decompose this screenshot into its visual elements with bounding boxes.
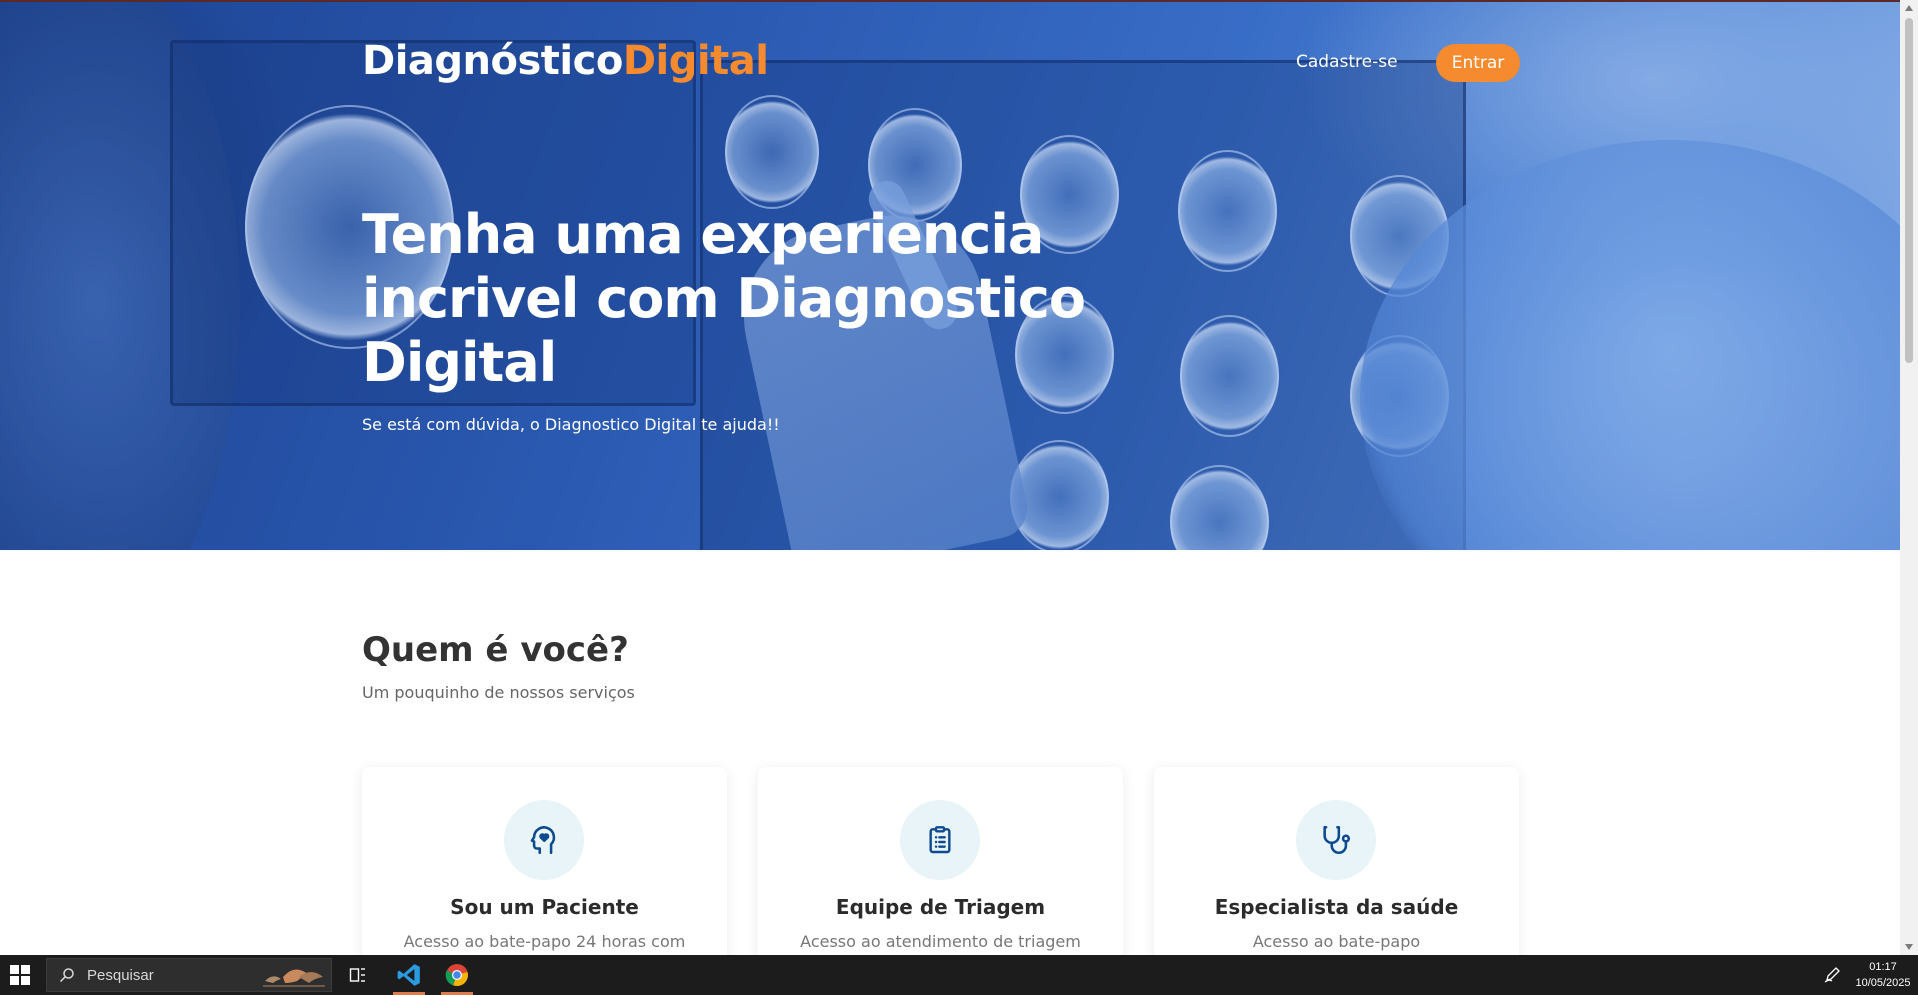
card-icon-circle [900, 800, 980, 880]
logo-text-main: Diagnóstico [362, 38, 623, 84]
clipboard-icon [929, 826, 951, 854]
card-title: Especialista da saúde [1214, 895, 1459, 919]
section-title: Quem é você? [362, 630, 629, 670]
scroll-thumb[interactable] [1905, 18, 1913, 363]
card-triage[interactable]: Equipe de Triagem Acesso ao atendimento … [758, 767, 1123, 955]
page-scrollbar[interactable] [1900, 0, 1918, 955]
site-logo[interactable]: DiagnósticoDigital [362, 38, 769, 84]
card-specialist[interactable]: Especialista da saúde Acesso ao bate-pap… [1154, 767, 1519, 955]
taskbar: Pesquisar 01:17 10/05/2025 [0, 955, 1918, 995]
stethoscope-icon [1323, 825, 1351, 854]
task-view-icon[interactable] [336, 955, 380, 995]
login-button[interactable]: Entrar [1436, 44, 1520, 82]
card-icon-circle [1296, 800, 1376, 880]
clock-date: 10/05/2025 [1855, 977, 1911, 989]
pen-tray-icon[interactable] [1824, 965, 1842, 983]
search-icon [59, 968, 74, 983]
card-icon-circle [504, 800, 584, 880]
head-heart-icon [530, 826, 556, 855]
hero-top-border [0, 0, 1900, 2]
card-patient[interactable]: Sou um Paciente Acesso ao bate-papo 24 h… [362, 767, 727, 955]
taskbar-search-placeholder: Pesquisar [87, 967, 154, 984]
section-subtitle: Um pouquinho de nossos serviços [362, 683, 635, 702]
hero-subtitle: Se está com dúvida, o Diagnostico Digita… [362, 415, 780, 434]
browser-viewport: DiagnósticoDigital Cadastre-se Entrar Te… [0, 0, 1900, 955]
card-text: Acesso ao atendimento de triagem [800, 932, 1081, 951]
card-title: Equipe de Triagem [835, 895, 1046, 919]
windows-start-icon[interactable] [10, 965, 30, 985]
signup-link[interactable]: Cadastre-se [1296, 52, 1398, 72]
taskbar-clock[interactable]: 01:17 10/05/2025 [1850, 959, 1916, 991]
clock-time: 01:17 [1869, 961, 1897, 973]
hero-banner: DiagnósticoDigital Cadastre-se Entrar Te… [0, 0, 1900, 550]
scroll-up-arrow-icon[interactable] [1905, 5, 1913, 11]
hero-title: Tenha uma experiencia incrivel com Diagn… [362, 203, 1086, 394]
scroll-down-arrow-icon[interactable] [1905, 944, 1913, 950]
card-text: Acesso ao bate-papo 24 horas com [403, 932, 686, 951]
card-title: Sou um Paciente [450, 895, 639, 919]
card-text: Acesso ao bate-papo [1252, 932, 1421, 951]
logo-text-accent: Digital [622, 38, 769, 84]
taskbar-search-box[interactable]: Pesquisar [46, 958, 332, 992]
search-highlight-birds-icon [263, 969, 325, 987]
chrome-taskbar-icon[interactable] [435, 955, 479, 995]
vscode-taskbar-icon[interactable] [387, 955, 431, 995]
